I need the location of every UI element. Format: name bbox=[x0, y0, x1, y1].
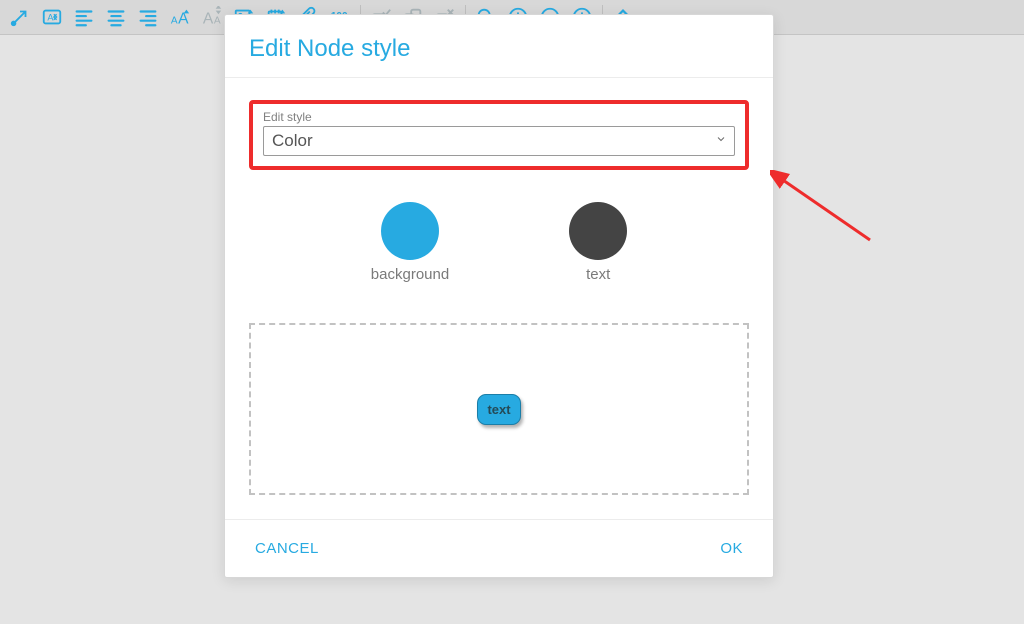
swatch-background-label: background bbox=[371, 266, 449, 283]
edit-style-label: Edit style bbox=[263, 110, 735, 124]
align-right-icon[interactable] bbox=[134, 3, 162, 31]
edit-style-select-wrap: Color bbox=[263, 126, 735, 156]
edit-node-style-dialog: Edit Node style Edit style Color backgro… bbox=[224, 14, 774, 578]
dialog-title: Edit Node style bbox=[249, 35, 749, 63]
svg-text:A: A bbox=[171, 15, 178, 26]
dialog-footer: CANCEL OK bbox=[225, 519, 773, 577]
font-decrease-icon[interactable]: AA bbox=[198, 3, 226, 31]
swatch-text-label: text bbox=[586, 266, 610, 283]
swatch-background: background bbox=[371, 202, 449, 283]
svg-text:A: A bbox=[203, 10, 214, 27]
swatch-background-circle[interactable] bbox=[381, 202, 439, 260]
text-card-icon[interactable]: A bbox=[38, 3, 66, 31]
preview-node[interactable]: text bbox=[477, 394, 520, 425]
dialog-header: Edit Node style bbox=[225, 15, 773, 78]
svg-text:A: A bbox=[214, 15, 221, 26]
color-swatches: background text bbox=[249, 202, 749, 283]
edit-style-select[interactable]: Color bbox=[263, 126, 735, 156]
font-increase-icon[interactable]: AA bbox=[166, 3, 194, 31]
swatch-text: text bbox=[569, 202, 627, 283]
align-center-icon[interactable] bbox=[102, 3, 130, 31]
align-left-icon[interactable] bbox=[70, 3, 98, 31]
annotation-arrow-icon bbox=[770, 170, 880, 250]
ok-button[interactable]: OK bbox=[714, 536, 749, 561]
preview-frame: text bbox=[249, 323, 749, 495]
swatch-text-circle[interactable] bbox=[569, 202, 627, 260]
dialog-body: Edit style Color background text text bbox=[225, 78, 773, 519]
arrow-expand-icon[interactable] bbox=[6, 3, 34, 31]
cancel-button[interactable]: CANCEL bbox=[249, 536, 325, 561]
svg-text:A: A bbox=[47, 13, 54, 23]
edit-style-highlight: Edit style Color bbox=[249, 100, 749, 170]
